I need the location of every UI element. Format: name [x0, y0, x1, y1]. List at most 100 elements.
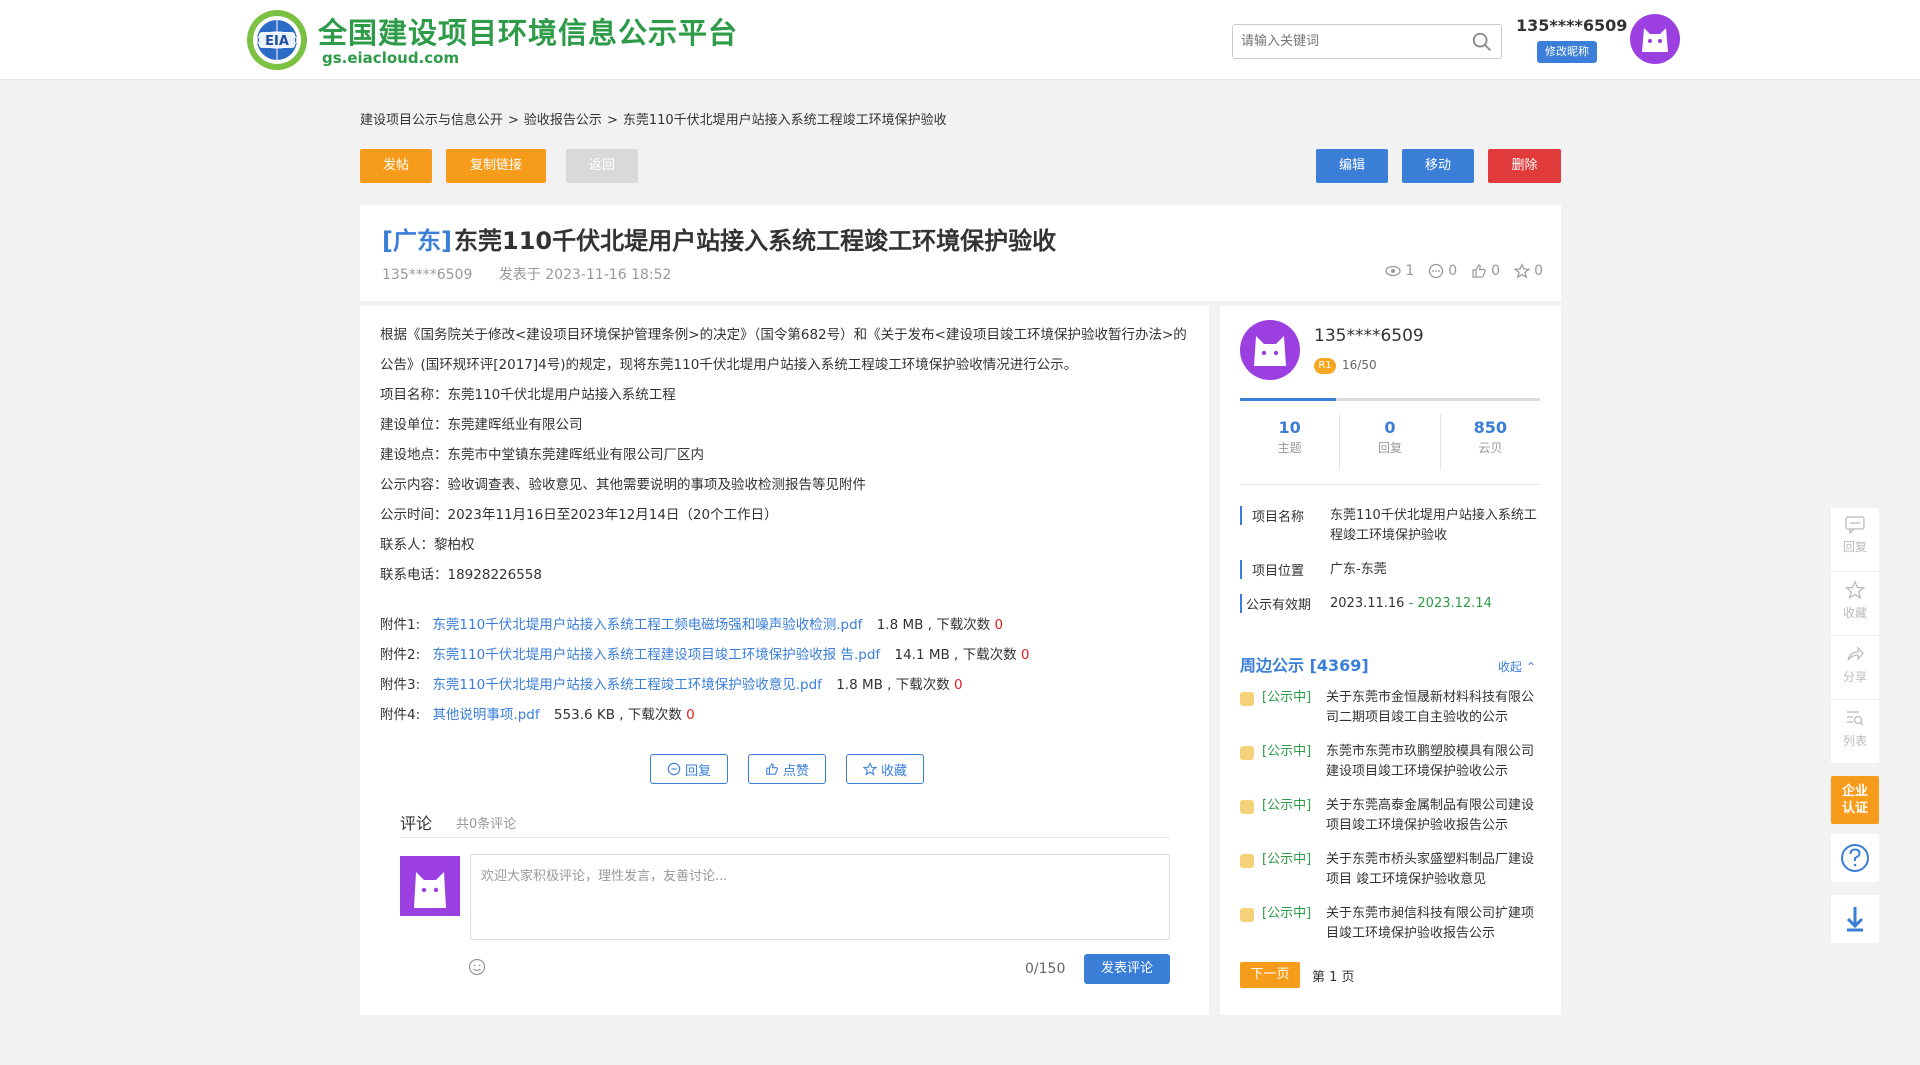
coins-stat[interactable]: 850 云贝	[1441, 414, 1540, 470]
site-title[interactable]: 全国建设项目环境信息公示平台	[318, 10, 738, 52]
attachment-label: 附件1:	[380, 617, 421, 633]
breadcrumb-item-acceptance[interactable]: 验收报告公示	[524, 113, 602, 128]
valid-period-row: 公示有效期 2023.11.16 - 2023.12.14	[1240, 594, 1540, 614]
attachment-label: 附件4:	[380, 707, 421, 723]
likes-stat[interactable]: 0	[1471, 263, 1500, 279]
nearby-item[interactable]: [公示中] 关于东莞市金恒晟新材料科技有限公司二期项目竣工自主验收的公示	[1240, 688, 1540, 742]
download-app-button[interactable]	[1831, 895, 1879, 943]
breadcrumb-item-public[interactable]: 建设项目公示与信息公开	[360, 113, 503, 128]
content-line: 公示内容：验收调查表、验收意见、其他需要说明的事项及验收检测报告等见附件	[380, 477, 866, 493]
attachment-link[interactable]: 东莞110千伏北堤用户站接入系统工程建设项目竣工环境保护验收报 告.pdf	[432, 647, 880, 663]
author-name[interactable]: 135****6509	[1314, 326, 1424, 346]
question-icon	[1841, 844, 1869, 872]
header-username[interactable]: 135****6509	[1516, 16, 1627, 35]
download-count: 0	[994, 617, 1004, 633]
help-button[interactable]	[1831, 834, 1879, 882]
thumbs-up-icon	[1472, 264, 1486, 278]
replies-count: 0	[1384, 418, 1396, 437]
divider	[1240, 484, 1540, 485]
favorites-stat[interactable]: 0	[1514, 263, 1543, 279]
attachment-size: 1.8 MB , 下载次数	[876, 617, 991, 633]
float-reply-button[interactable]: 回复	[1831, 508, 1879, 572]
like-button[interactable]: 点赞	[748, 754, 826, 784]
nearby-list: [公示中] 关于东莞市金恒晟新材料科技有限公司二期项目竣工自主验收的公示 [公示中…	[1240, 688, 1540, 958]
replies-label: 回复	[1377, 441, 1402, 455]
replies-stat[interactable]: 0 回复	[1340, 414, 1441, 470]
collapse-toggle[interactable]: 收起 ⌃	[1498, 658, 1536, 675]
notice-icon	[1240, 692, 1254, 706]
rename-button[interactable]: 修改昵称	[1537, 41, 1597, 63]
move-button[interactable]: 移动	[1402, 149, 1474, 183]
nearby-item[interactable]: [公示中] 关于东莞市桥头家盛塑料制品厂建设项目 竣工环境保护验收意见	[1240, 850, 1540, 904]
attachment-row: 附件1: 东莞110千伏北堤用户站接入系统工程工频电磁场强和噪声验收检测.pdf…	[380, 610, 1190, 640]
author-avatar[interactable]	[1240, 320, 1300, 380]
nearby-item[interactable]: [公示中] 东莞市东莞市玖鹏塑胶模具有限公司建设项目竣工环境保护验收公示	[1240, 742, 1540, 796]
star-icon	[1514, 263, 1531, 279]
float-list-button[interactable]: 列表	[1831, 700, 1879, 764]
reply-label: 回复	[684, 763, 711, 779]
like-label: 点赞	[782, 763, 809, 779]
edit-button[interactable]: 编辑	[1316, 149, 1388, 183]
nearby-text[interactable]: 关于东莞高泰金属制品有限公司建设项目竣工环境保护验收报告公示	[1326, 796, 1540, 836]
nearby-status: [公示中]	[1262, 798, 1312, 813]
breadcrumb-separator: >	[606, 113, 618, 128]
level-badge: R1	[1314, 358, 1336, 374]
delete-button[interactable]: 删除	[1488, 149, 1561, 183]
eia-logo-icon[interactable]: EIA	[245, 8, 309, 72]
attachment-link[interactable]: 其他说明事项.pdf	[432, 707, 539, 723]
favorite-button[interactable]: 收藏	[846, 754, 924, 784]
float-favorite-button[interactable]: 收藏	[1831, 572, 1879, 636]
post-author[interactable]: 135****6509	[382, 267, 472, 283]
contact-line: 联系人：黎柏权	[380, 537, 475, 553]
nearby-item[interactable]: [公示中] 关于东莞高泰金属制品有限公司建设项目竣工环境保护验收报告公示	[1240, 796, 1540, 850]
nearby-text[interactable]: 关于东莞市金恒晟新材料科技有限公司二期项目竣工自主验收的公示	[1326, 688, 1540, 728]
message-icon	[1845, 516, 1865, 534]
search-input[interactable]	[1233, 25, 1453, 58]
nearby-status: [公示中]	[1262, 906, 1312, 921]
builder-line: 建设单位：东莞建晖纸业有限公司	[380, 417, 583, 433]
phone-line: 联系电话：18928226558	[380, 567, 542, 583]
valid-period-key: 公示有效期	[1240, 594, 1311, 613]
nearby-item[interactable]: [公示中] 关于东莞市昶信科技有限公司扩建项目竣工环境保护验收报告公示	[1240, 904, 1540, 958]
notice-icon	[1240, 800, 1254, 814]
submit-comment-button[interactable]: 发表评论	[1084, 954, 1170, 984]
comments-stat[interactable]: 0	[1428, 263, 1457, 279]
attachment-label: 附件3:	[380, 677, 421, 693]
post-button[interactable]: 发帖	[360, 149, 432, 183]
attachment-link[interactable]: 东莞110千伏北堤用户站接入系统工程工频电磁场强和噪声验收检测.pdf	[432, 617, 862, 633]
floating-toolbar: 回复 收藏 分享 列表	[1831, 508, 1879, 764]
attachment-row: 附件3: 东莞110千伏北堤用户站接入系统工程竣工环境保护验收意见.pdf 1.…	[380, 670, 1190, 700]
page-indicator: 第 1 页	[1312, 970, 1355, 985]
thumbs-up-icon	[766, 763, 778, 775]
favorite-label: 收藏	[880, 763, 907, 779]
reply-button[interactable]: 回复	[650, 754, 728, 784]
nearby-text[interactable]: 关于东莞市昶信科技有限公司扩建项目竣工环境保护验收报告公示	[1326, 904, 1540, 944]
notice-icon	[1240, 746, 1254, 760]
copy-link-button[interactable]: 复制链接	[446, 149, 546, 183]
back-button[interactable]: 返回	[566, 149, 638, 183]
nearby-title[interactable]: 周边公示 [4369]	[1240, 652, 1369, 676]
search-icon[interactable]	[1471, 31, 1493, 53]
views-count: 1	[1405, 263, 1415, 279]
emoji-icon[interactable]	[468, 958, 486, 976]
comment-count: 共0条评论	[456, 817, 517, 832]
user-avatar[interactable]	[1630, 14, 1680, 64]
comment-textarea[interactable]: 欢迎大家积极评论，理性发言，友善讨论...	[470, 854, 1170, 940]
time-line: 公示时间：2023年11月16日至2023年12月14日（20个工作日）	[380, 507, 778, 523]
download-count: 0	[1020, 647, 1030, 663]
nearby-text[interactable]: 东莞市东莞市玖鹏塑胶模具有限公司建设项目竣工环境保护验收公示	[1326, 742, 1540, 782]
star-icon	[862, 762, 877, 776]
enterprise-cert-button[interactable]: 企业 认证	[1831, 776, 1879, 824]
likes-count: 0	[1491, 263, 1501, 279]
project-name-row: 项目名称 东莞110千伏北堤用户站接入系统工程竣工环境保护验收	[1240, 506, 1540, 550]
float-share-button[interactable]: 分享	[1831, 636, 1879, 700]
topics-stat[interactable]: 10 主题	[1240, 414, 1341, 470]
nearby-status: [公示中]	[1262, 744, 1312, 759]
breadcrumb-item-current[interactable]: 东莞110千伏北堤用户站接入系统工程竣工环境保护验收	[623, 113, 947, 128]
cert-line-2: 认证	[1841, 801, 1868, 816]
nearby-text[interactable]: 关于东莞市桥头家盛塑料制品厂建设项目 竣工环境保护验收意见	[1326, 850, 1540, 890]
post-stats: 1 0 0 0	[1385, 263, 1543, 279]
next-page-button[interactable]: 下一页	[1240, 962, 1300, 988]
attachment-link[interactable]: 东莞110千伏北堤用户站接入系统工程竣工环境保护验收意见.pdf	[432, 677, 821, 693]
collapse-label: 收起	[1498, 660, 1523, 674]
